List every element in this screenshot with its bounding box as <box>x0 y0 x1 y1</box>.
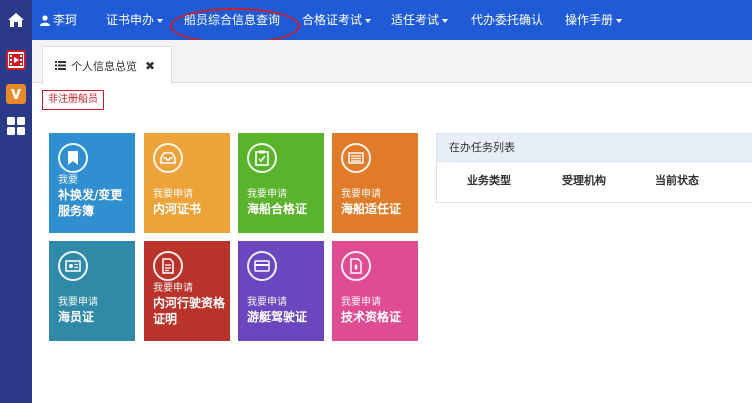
nav-proxy-confirmation[interactable]: 代办委托确认 <box>471 0 543 40</box>
nav-competency-exam[interactable]: 适任考试 <box>391 0 449 40</box>
highlight-circle-annotation <box>170 8 300 44</box>
sidebar-apps-button[interactable] <box>6 116 26 136</box>
nav-operation-manual[interactable]: 操作手册 <box>565 0 623 40</box>
column-header-business-type: 业务类型 <box>467 174 511 187</box>
tile-seagoing-qualification[interactable]: 我要申请 海船合格证 <box>238 133 324 233</box>
tab-personal-overview[interactable]: 个人信息总览 ✖ <box>42 46 172 84</box>
sidebar-v-button[interactable] <box>6 84 26 104</box>
tab-strip: 个人信息总览 ✖ <box>32 40 752 84</box>
user-icon <box>40 15 50 26</box>
column-header-status: 当前状态 <box>655 174 699 187</box>
chevron-down-icon <box>365 18 372 23</box>
left-sidebar <box>0 40 32 403</box>
table-header: 业务类型 受理机构 当前状态 <box>437 162 752 196</box>
badge-icon <box>341 251 371 281</box>
sidebar-video-button[interactable] <box>6 50 26 70</box>
id-card-icon <box>58 251 88 281</box>
tab-label: 个人信息总览 <box>71 59 137 73</box>
status-badge: 非注册船员 <box>42 90 104 110</box>
tile-seafarer-certificate[interactable]: 我要申请 海员证 <box>49 241 135 341</box>
nav-qualification-exam[interactable]: 合格证考试 <box>302 0 372 40</box>
v-logo-icon <box>11 89 21 99</box>
grid-icon <box>7 117 25 135</box>
tile-yacht-license[interactable]: 我要申请 游艇驾驶证 <box>238 241 324 341</box>
tile-inland-navigation-qualification[interactable]: 我要申请 内河行驶资格证明 <box>144 241 230 341</box>
tile-technical-qualification[interactable]: 我要申请 技术资格证 <box>332 241 418 341</box>
user-name: 李珂 <box>53 13 78 27</box>
tile-seagoing-competency[interactable]: 我要申请 海船适任证 <box>332 133 418 233</box>
chevron-down-icon <box>616 18 623 23</box>
pending-tasks-panel: 在办任务列表 业务类型 受理机构 当前状态 <box>436 133 752 203</box>
home-icon <box>8 13 24 27</box>
tile-replace-service-book[interactable]: 我要 补换发/变更服务簿 <box>49 133 135 233</box>
chevron-down-icon <box>442 18 449 23</box>
list-icon <box>55 61 66 70</box>
nav-certificate-application[interactable]: 证书申办 <box>106 0 164 40</box>
film-icon <box>9 54 23 66</box>
chevron-down-icon <box>157 18 164 23</box>
tile-inland-certificate[interactable]: 我要申请 内河证书 <box>144 133 230 233</box>
bookmark-icon <box>58 143 88 173</box>
close-icon[interactable]: ✖ <box>145 59 155 73</box>
main-workspace: 个人信息总览 ✖ 非注册船员 我要 补换发/变更服务簿 我要申请 内河证书 我要… <box>32 40 752 403</box>
panel-title: 在办任务列表 <box>437 134 752 162</box>
home-button[interactable] <box>0 0 32 40</box>
user-menu[interactable]: 李珂 <box>40 0 77 40</box>
document-icon <box>153 251 183 281</box>
clipboard-check-icon <box>247 143 277 173</box>
top-navbar: 李珂 证书申办 船员综合信息查询 合格证考试 适任考试 代办委托确认 操作手册 <box>0 0 752 40</box>
column-header-agency: 受理机构 <box>562 174 606 187</box>
list-icon <box>341 143 371 173</box>
card-icon <box>247 251 277 281</box>
inbox-icon <box>153 143 183 173</box>
